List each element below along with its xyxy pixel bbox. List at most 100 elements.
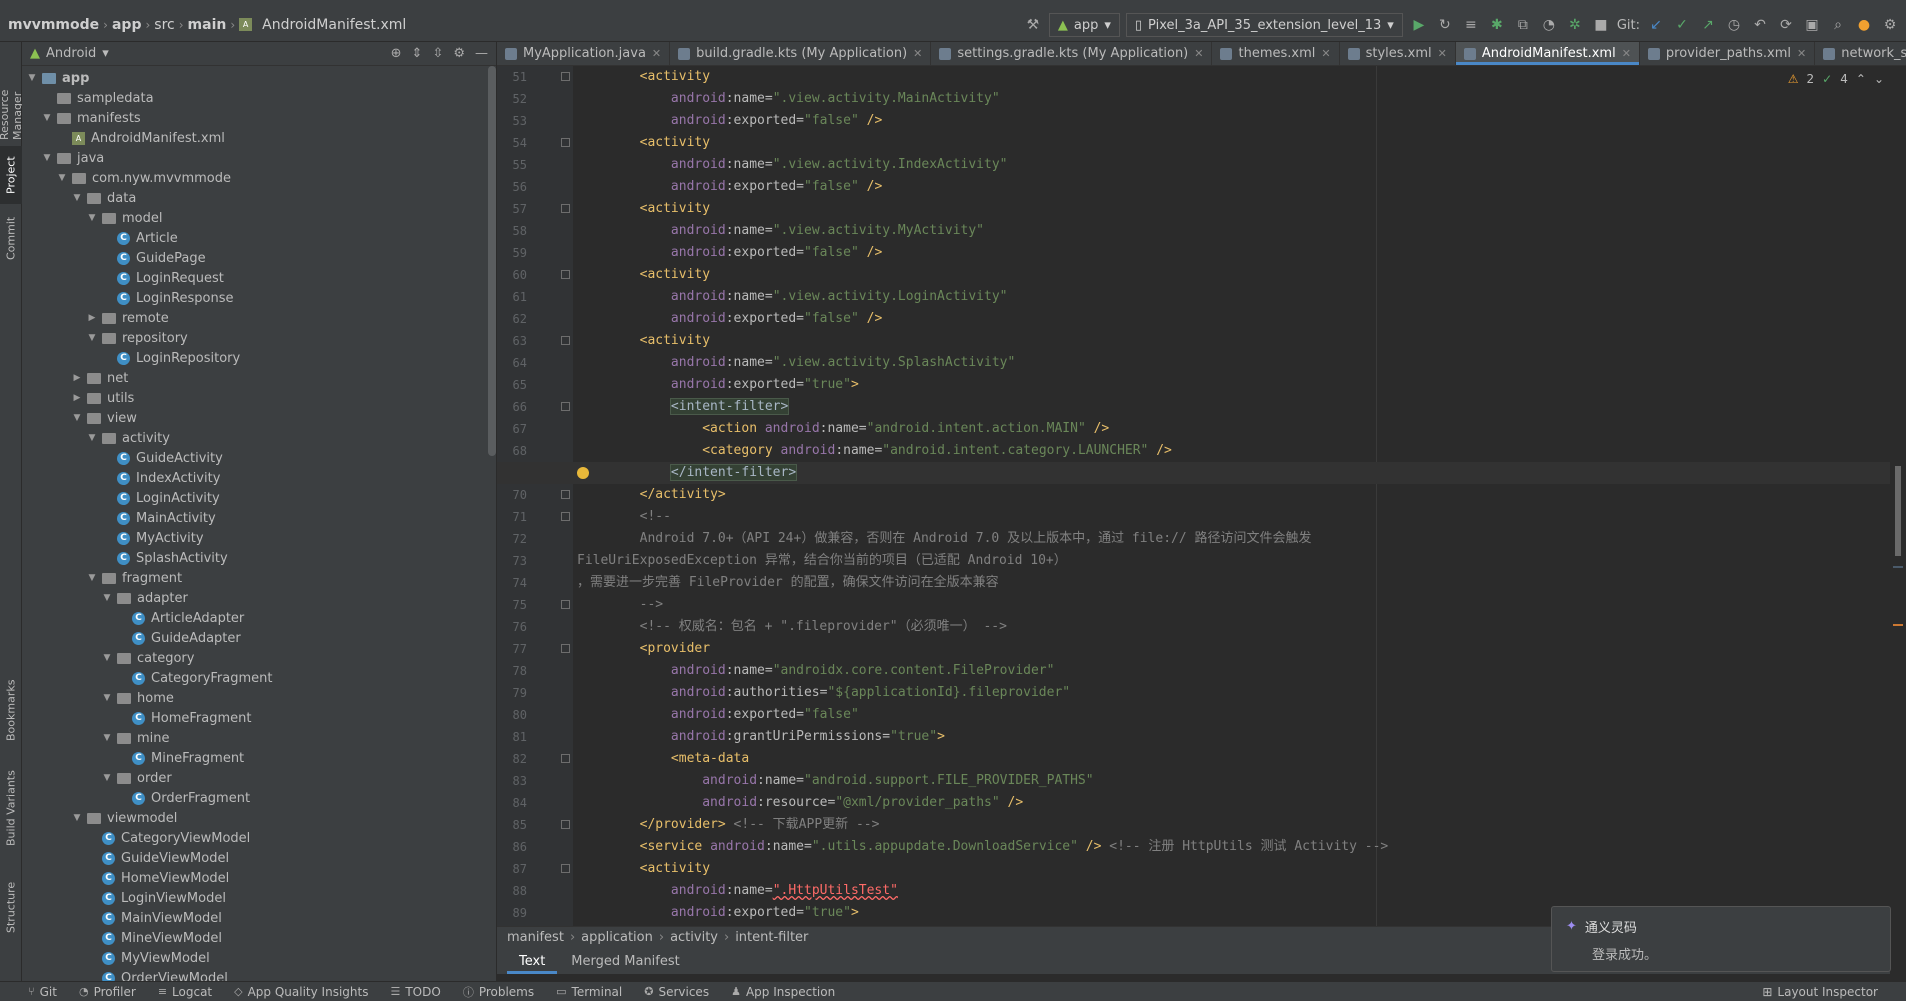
tree-file[interactable]: C CategoryFragment bbox=[22, 668, 496, 688]
tree-file[interactable]: C MainActivity bbox=[22, 508, 496, 528]
fold-marker[interactable] bbox=[561, 754, 570, 763]
tree-file[interactable]: C LoginActivity bbox=[22, 488, 496, 508]
tool-resource-manager[interactable]: Resource Manager bbox=[0, 44, 24, 140]
tree-file[interactable]: C LoginViewModel bbox=[22, 888, 496, 908]
chevron-down-icon[interactable]: ▾ bbox=[102, 46, 109, 61]
tool-todo[interactable]: ☰ TODO bbox=[390, 985, 440, 999]
fold-marker[interactable] bbox=[561, 820, 570, 829]
close-icon[interactable]: ✕ bbox=[1321, 47, 1330, 60]
close-icon[interactable]: ✕ bbox=[1194, 47, 1203, 60]
tree-file[interactable]: C GuideActivity bbox=[22, 448, 496, 468]
collapse-all-icon[interactable]: ⇳ bbox=[432, 46, 443, 61]
chevron-down-icon[interactable]: ▼ bbox=[101, 733, 113, 743]
fold-marker[interactable] bbox=[561, 270, 570, 279]
fold-marker[interactable] bbox=[561, 138, 570, 147]
tree-file[interactable]: C CategoryViewModel bbox=[22, 828, 496, 848]
tree-file[interactable]: C HomeViewModel bbox=[22, 868, 496, 888]
git-update-icon[interactable]: ↙ bbox=[1646, 15, 1666, 35]
code-breadcrumb-item[interactable]: intent-filter bbox=[735, 930, 808, 945]
tree-file[interactable]: C SplashActivity bbox=[22, 548, 496, 568]
apply-changes-icon[interactable]: ≡ bbox=[1461, 15, 1481, 35]
chevron-right-icon[interactable]: ▶ bbox=[71, 393, 83, 403]
tree-folder[interactable]: ▼ data bbox=[22, 188, 496, 208]
tree-folder[interactable]: ▼ mine bbox=[22, 728, 496, 748]
run-icon[interactable]: ▶ bbox=[1409, 15, 1429, 35]
tree-file[interactable]: C IndexActivity bbox=[22, 468, 496, 488]
tree-folder[interactable]: ▼ viewmodel bbox=[22, 808, 496, 828]
tool-services[interactable]: ✪ Services bbox=[644, 985, 709, 999]
expand-all-icon[interactable]: ⇕ bbox=[412, 46, 423, 61]
tree-file[interactable]: C ArticleAdapter bbox=[22, 608, 496, 628]
code-breadcrumb-item[interactable]: application bbox=[581, 930, 653, 945]
editor-tab[interactable]: AndroidManifest.xml ✕ bbox=[1455, 42, 1640, 65]
editor-tab[interactable]: provider_paths.xml ✕ bbox=[1640, 42, 1816, 65]
tree-folder[interactable]: sampledata bbox=[22, 88, 496, 108]
fold-marker[interactable] bbox=[561, 490, 570, 499]
editor-scroll-thumb[interactable] bbox=[1895, 466, 1901, 556]
stop-icon[interactable]: ■ bbox=[1591, 15, 1611, 35]
chevron-down-icon[interactable]: ▼ bbox=[101, 773, 113, 783]
chevron-down-icon[interactable]: ▼ bbox=[101, 593, 113, 603]
chevron-down-icon[interactable]: ▼ bbox=[86, 213, 98, 223]
tree-folder[interactable]: ▶ net bbox=[22, 368, 496, 388]
tool-profiler[interactable]: ◔ Profiler bbox=[79, 985, 136, 999]
tree-file[interactable]: A AndroidManifest.xml bbox=[22, 128, 496, 148]
close-icon[interactable]: ✕ bbox=[1622, 47, 1631, 60]
tree-folder[interactable]: ▼ java bbox=[22, 148, 496, 168]
tree-file[interactable]: C GuidePage bbox=[22, 248, 496, 268]
tree-file[interactable]: C MyViewModel bbox=[22, 948, 496, 968]
tree-folder[interactable]: ▼ activity bbox=[22, 428, 496, 448]
debug-icon[interactable]: ✱ bbox=[1487, 15, 1507, 35]
chevron-down-icon[interactable]: ▼ bbox=[101, 693, 113, 703]
project-view-select[interactable]: Android bbox=[46, 46, 96, 61]
tree-folder[interactable]: ▼ adapter bbox=[22, 588, 496, 608]
tree-folder[interactable]: ▼ model bbox=[22, 208, 496, 228]
editor-tab[interactable]: settings.gradle.kts (My Application) ✕ bbox=[931, 42, 1213, 65]
gear-icon[interactable]: ⚙ bbox=[453, 46, 465, 61]
fold-marker[interactable] bbox=[561, 512, 570, 521]
tool-bookmarks[interactable]: Bookmarks bbox=[0, 672, 22, 748]
tree-file[interactable]: C MineFragment bbox=[22, 748, 496, 768]
tree-folder[interactable]: ▼ view bbox=[22, 408, 496, 428]
chevron-down-icon[interactable]: ▼ bbox=[101, 653, 113, 663]
tree-file[interactable]: C GuideAdapter bbox=[22, 628, 496, 648]
tree-folder[interactable]: ▼ manifests bbox=[22, 108, 496, 128]
device-manager-icon[interactable]: ▣ bbox=[1802, 15, 1822, 35]
chevron-down-icon[interactable]: ▼ bbox=[86, 333, 98, 343]
fold-marker[interactable] bbox=[561, 600, 570, 609]
tree-file[interactable]: C MainViewModel bbox=[22, 908, 496, 928]
search-icon[interactable]: ⌕ bbox=[1828, 15, 1848, 35]
fold-marker[interactable] bbox=[561, 72, 570, 81]
code-editor[interactable]: 5152535455565758596061626364656667686970… bbox=[497, 66, 1890, 926]
rerun-icon[interactable]: ↻ bbox=[1435, 15, 1455, 35]
git-push-icon[interactable]: ↗ bbox=[1698, 15, 1718, 35]
tree-folder[interactable]: ▼ home bbox=[22, 688, 496, 708]
chevron-down-icon[interactable]: ▼ bbox=[86, 433, 98, 443]
chevron-down-icon[interactable]: ▼ bbox=[41, 153, 53, 163]
tool-problems[interactable]: ⓘ Problems bbox=[463, 984, 534, 1000]
chevron-down-icon[interactable]: ▼ bbox=[71, 413, 83, 423]
manifest-mode-tab[interactable]: Text bbox=[507, 948, 557, 974]
close-icon[interactable]: ✕ bbox=[1797, 47, 1806, 60]
error-stripe[interactable] bbox=[1890, 66, 1906, 926]
notification-toast[interactable]: ✦ 通义灵码 登录成功。 bbox=[1551, 906, 1891, 972]
tree-folder[interactable]: ▼ repository bbox=[22, 328, 496, 348]
chevron-down-icon[interactable]: ▼ bbox=[41, 113, 53, 123]
inspection-widget[interactable]: ⚠ 2 ✓ 4 ⌃ ⌄ bbox=[1788, 72, 1884, 86]
stripe-marker[interactable] bbox=[1893, 566, 1903, 568]
git-commit-icon[interactable]: ✓ bbox=[1672, 15, 1692, 35]
editor-tab[interactable]: network_security_c✕ bbox=[1815, 42, 1906, 65]
hide-icon[interactable]: — bbox=[475, 46, 488, 61]
tree-file[interactable]: C LoginRepository bbox=[22, 348, 496, 368]
tool-structure[interactable]: Structure bbox=[0, 872, 22, 942]
tree-file[interactable]: C LoginResponse bbox=[22, 288, 496, 308]
code-breadcrumb-item[interactable]: manifest bbox=[507, 930, 564, 945]
breadcrumb-src[interactable]: src bbox=[150, 17, 178, 33]
tree-file[interactable]: C HomeFragment bbox=[22, 708, 496, 728]
tool-app-inspection[interactable]: ♟ App Inspection bbox=[731, 985, 835, 999]
run-config-select[interactable]: ▲ app ▾ bbox=[1048, 13, 1120, 37]
update-icon[interactable]: ● bbox=[1854, 15, 1874, 35]
fold-marker[interactable] bbox=[561, 402, 570, 411]
fold-marker[interactable] bbox=[561, 864, 570, 873]
hammer-icon[interactable]: ⚒ bbox=[1023, 15, 1043, 35]
